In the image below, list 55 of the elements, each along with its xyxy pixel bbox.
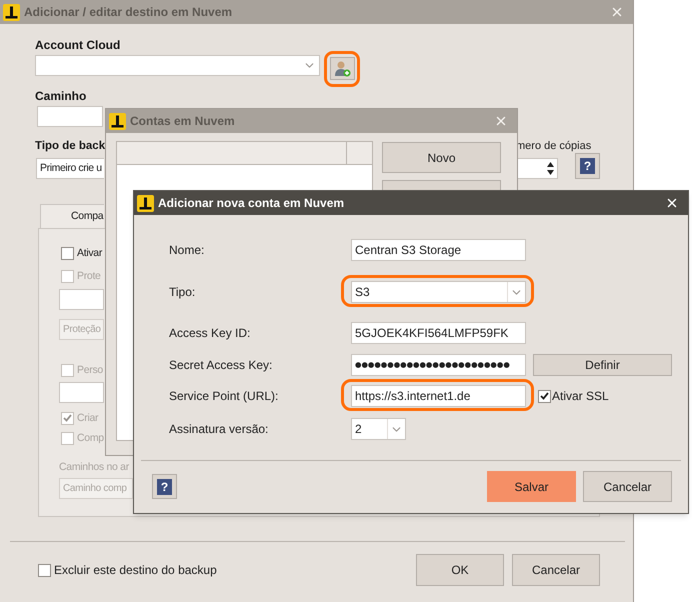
field-label: Tipo: [168,284,196,301]
text-field[interactable]: https://s3.internet1.de [351,385,526,407]
field-label: Assinatura versão: [168,421,270,438]
user-add-icon [334,60,351,77]
logo-icon [3,4,20,20]
check-icon [540,392,549,400]
dropdown[interactable]: 2 [351,418,406,440]
window-title: Adicionar / editar destino em Nuvem [24,5,232,19]
dialog-button[interactable]: Cancelar [512,554,600,586]
checkbox[interactable] [538,390,551,402]
add-account-button[interactable] [330,57,355,80]
field-label: Nome: [168,242,206,259]
dropdown[interactable]: S3 [351,281,526,303]
check-icon [63,414,72,422]
define-button[interactable]: Definir [533,354,672,376]
checkbox-label: Ativar SSL [552,388,609,405]
field-label: Tipo de back [35,140,106,153]
backup-type-dropdown[interactable]: Primeiro crie u [36,158,104,179]
dialog-button[interactable]: Novo [382,142,501,173]
checkbox-label: Prote [77,269,101,283]
logo-icon [137,194,154,212]
copies-spinner[interactable] [516,158,558,179]
field-label: Secret Access Key: [168,357,274,374]
checkbox-label: Perso [77,363,103,377]
checkbox-label: Criar [77,411,98,425]
spin-arrows-icon [546,161,555,176]
text-field[interactable] [59,289,104,310]
close-icon [665,196,679,210]
dialog-button[interactable] [382,180,501,190]
window-title: Contas em Nuvem [130,114,235,128]
text-field[interactable] [59,382,104,403]
help-button[interactable]: ? [575,153,600,179]
window-title: Adicionar nova conta em Nuvem [158,196,344,210]
tab[interactable]: Compa [40,204,104,229]
dialog-button[interactable]: Salvar [487,471,576,502]
checkbox[interactable] [38,564,51,576]
close-icon [610,5,624,19]
field-label: Account Cloud [35,38,122,52]
text-field[interactable]: Centran S3 Storage [351,239,526,261]
checkbox-label: Ativar [77,246,102,260]
text-field[interactable]: 5GJOEK4KFI564LMFP59FK [351,322,526,344]
checkbox[interactable] [61,246,74,260]
section-label: Caminhos no ar [59,461,130,474]
account-dropdown[interactable] [35,55,320,76]
checkbox-label: Excluir este destino do backup [54,562,217,579]
dialog-button[interactable]: Cancelar [583,471,672,502]
checkbox-label: Comp [77,431,104,445]
close-icon [494,114,508,128]
field-label: Caminho [35,89,88,103]
dialog-button[interactable]: OK [416,554,504,586]
help-button[interactable]: ? [152,474,177,499]
logo-icon [109,112,126,130]
field-label: Access Key ID: [168,325,252,342]
path-field[interactable] [37,106,103,127]
field-label: Service Point (URL): [168,388,280,405]
